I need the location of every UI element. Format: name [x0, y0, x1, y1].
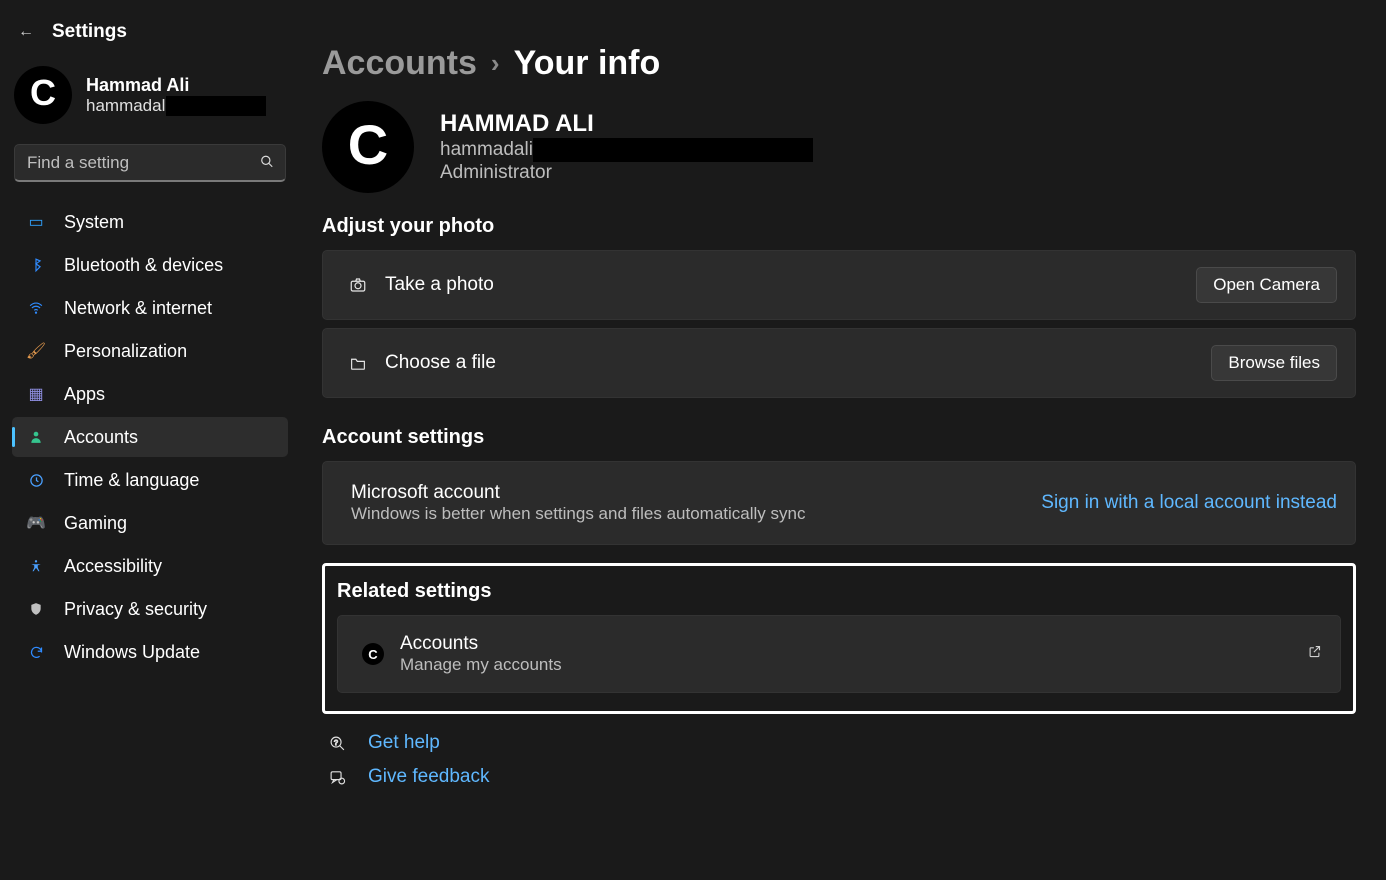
card-choose-file: Choose a file Browse files	[322, 328, 1356, 398]
shield-icon	[26, 601, 46, 617]
browse-files-button[interactable]: Browse files	[1211, 345, 1337, 381]
open-camera-button[interactable]: Open Camera	[1196, 267, 1337, 303]
sidebar-item-privacy[interactable]: Privacy & security	[12, 589, 288, 629]
profile-header: C HAMMAD ALI hammadali Administrator	[322, 101, 1356, 193]
sidebar-item-update[interactable]: Windows Update	[12, 632, 288, 672]
nav-label: Time & language	[64, 470, 199, 491]
sidebar: ← Settings C Hammad Ali hammadal ▭ Syste…	[0, 0, 300, 880]
accessibility-icon	[26, 558, 46, 574]
nav-label: Windows Update	[64, 642, 200, 663]
breadcrumb: Accounts › Your info	[322, 44, 1356, 83]
titlebar-row: ← Settings	[12, 12, 288, 52]
take-photo-label: Take a photo	[385, 274, 494, 296]
profile-email: hammadali	[440, 139, 533, 161]
redacted-block	[533, 138, 813, 162]
sidebar-user-email: hammadal	[86, 96, 165, 116]
breadcrumb-parent[interactable]: Accounts	[322, 44, 477, 83]
sidebar-item-time[interactable]: Time & language	[12, 460, 288, 500]
related-accounts-title: Accounts	[400, 633, 562, 655]
apps-icon: ▦	[26, 384, 46, 404]
nav-label: System	[64, 212, 124, 233]
nav: ▭ System Bluetooth & devices Network & i…	[12, 202, 288, 672]
sidebar-item-gaming[interactable]: 🎮 Gaming	[12, 503, 288, 543]
nav-label: Bluetooth & devices	[64, 255, 223, 276]
bluetooth-icon	[26, 257, 46, 273]
folder-icon	[341, 355, 375, 372]
app-title: Settings	[52, 21, 127, 43]
choose-file-label: Choose a file	[385, 352, 496, 374]
section-adjust-photo: Adjust your photo	[322, 215, 1356, 238]
accounts-avatar-icon: C	[356, 643, 390, 665]
card-microsoft-account: Microsoft account Windows is better when…	[322, 461, 1356, 545]
profile-avatar: C	[322, 101, 414, 193]
ms-account-title: Microsoft account	[351, 482, 805, 504]
related-accounts-subtitle: Manage my accounts	[400, 655, 562, 675]
brush-icon: 🖌	[26, 341, 46, 361]
sidebar-item-accessibility[interactable]: Accessibility	[12, 546, 288, 586]
external-link-icon	[1307, 644, 1322, 664]
give-feedback-row[interactable]: Give feedback	[322, 766, 1356, 788]
give-feedback-link[interactable]: Give feedback	[368, 766, 489, 788]
sidebar-item-personalization[interactable]: 🖌 Personalization	[12, 331, 288, 371]
local-account-link[interactable]: Sign in with a local account instead	[1041, 492, 1337, 514]
section-account-settings: Account settings	[322, 426, 1356, 449]
camera-icon	[341, 276, 375, 294]
related-settings-highlight: Related settings C Accounts Manage my ac…	[322, 563, 1356, 714]
profile-name: HAMMAD ALI	[440, 110, 813, 138]
profile-role: Administrator	[440, 162, 813, 184]
ms-account-subtitle: Windows is better when settings and file…	[351, 504, 805, 524]
svg-text:?: ?	[333, 738, 337, 746]
breadcrumb-current: Your info	[514, 44, 661, 83]
nav-label: Gaming	[64, 513, 127, 534]
get-help-row[interactable]: ? Get help	[322, 732, 1356, 754]
nav-label: Accessibility	[64, 556, 162, 577]
sidebar-item-bluetooth[interactable]: Bluetooth & devices	[12, 245, 288, 285]
sidebar-item-accounts[interactable]: Accounts	[12, 417, 288, 457]
search-container	[14, 144, 286, 182]
update-icon	[26, 645, 46, 660]
nav-label: Apps	[64, 384, 105, 405]
nav-label: Network & internet	[64, 298, 212, 319]
card-take-photo: Take a photo Open Camera	[322, 250, 1356, 320]
search-input[interactable]	[14, 144, 286, 182]
sidebar-item-network[interactable]: Network & internet	[12, 288, 288, 328]
sidebar-user-block[interactable]: C Hammad Ali hammadal	[12, 52, 288, 134]
gamepad-icon: 🎮	[26, 513, 46, 533]
sidebar-user-name: Hammad Ali	[86, 75, 266, 96]
search-icon	[260, 155, 274, 172]
get-help-link[interactable]: Get help	[368, 732, 440, 754]
system-icon: ▭	[26, 212, 46, 232]
main-content: Accounts › Your info C HAMMAD ALI hammad…	[300, 0, 1386, 880]
nav-label: Accounts	[64, 427, 138, 448]
section-related-settings: Related settings	[337, 580, 1341, 603]
nav-label: Personalization	[64, 341, 187, 362]
redacted-block	[166, 96, 266, 116]
back-icon[interactable]: ←	[18, 23, 34, 41]
person-icon	[26, 429, 46, 445]
feedback-icon	[326, 769, 348, 786]
wifi-icon	[26, 301, 46, 315]
avatar: C	[14, 66, 72, 124]
chevron-right-icon: ›	[491, 48, 500, 79]
sidebar-item-apps[interactable]: ▦ Apps	[12, 374, 288, 414]
nav-label: Privacy & security	[64, 599, 207, 620]
help-icon: ?	[326, 735, 348, 752]
clock-icon	[26, 473, 46, 488]
card-related-accounts[interactable]: C Accounts Manage my accounts	[337, 615, 1341, 693]
sidebar-item-system[interactable]: ▭ System	[12, 202, 288, 242]
